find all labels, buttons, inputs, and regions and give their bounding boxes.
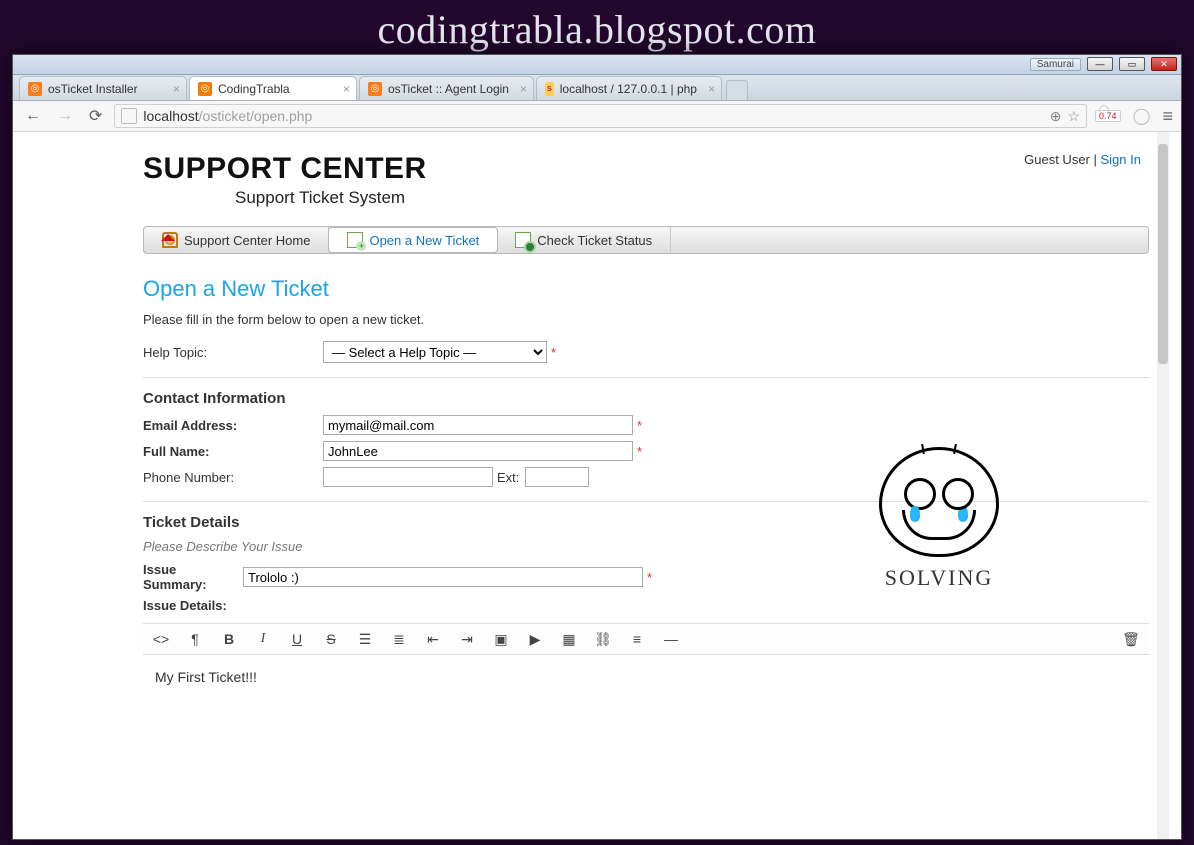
required-marker: * (637, 418, 642, 433)
contact-heading: Contact Information (143, 390, 1149, 407)
required-marker: * (551, 345, 556, 360)
close-icon[interactable]: × (708, 82, 715, 96)
ext-input[interactable] (525, 467, 589, 487)
back-button[interactable]: ← (21, 105, 45, 127)
underline-button[interactable]: U (287, 631, 307, 647)
url-input[interactable]: localhost /osticket/open.php ⊕ (114, 104, 1087, 128)
paragraph-button[interactable]: ¶ (185, 631, 205, 647)
nav-home[interactable]: Support Center Home (144, 227, 329, 253)
tab-codingtrabla[interactable]: CodingTrabla × (189, 76, 357, 100)
logo-main: SUPPORT CENTER (143, 154, 1149, 184)
details-label: Issue Details: (143, 598, 323, 613)
video-button[interactable]: ▶ (525, 631, 545, 648)
bold-button[interactable]: B (219, 631, 239, 647)
page-icon (121, 108, 137, 124)
required-marker: * (647, 570, 652, 585)
close-icon[interactable]: × (520, 82, 527, 96)
link-button[interactable]: ⛓ (593, 631, 613, 648)
email-label: Email Address: (143, 418, 323, 433)
url-host: localhost (143, 108, 198, 124)
blogger-icon (198, 82, 212, 96)
indent-button[interactable]: ⇥ (457, 631, 477, 648)
instructions: Please fill in the form below to open a … (143, 312, 1149, 327)
html-view-button[interactable]: <> (151, 631, 171, 647)
editor-toolbar: <> ¶ B I U S ☰ ≣ ⇤ ⇥ ▣ ▶ ▦ ⛓ ≡ (143, 623, 1149, 655)
zoom-icon[interactable]: ⊕ (1050, 108, 1062, 125)
nav-check-status[interactable]: Check Ticket Status (497, 227, 671, 253)
phpmyadmin-icon (545, 82, 554, 96)
home-icon (162, 232, 178, 248)
required-marker: * (637, 444, 642, 459)
blog-title: codingtrabla.blogspot.com (0, 0, 1194, 55)
editor-body[interactable]: My First Ticket!!! (143, 655, 1149, 805)
bookmark-icon[interactable] (1067, 108, 1080, 125)
strike-button[interactable]: S (321, 631, 341, 647)
meme-label: SOLVING (879, 565, 999, 591)
tab-label: osTicket :: Agent Login (388, 82, 509, 96)
xampp-icon (368, 82, 382, 96)
nav-menu: Support Center Home Open a New Ticket Ch… (143, 226, 1149, 254)
rich-text-editor: <> ¶ B I U S ☰ ≣ ⇤ ⇥ ▣ ▶ ▦ ⛓ ≡ (143, 623, 1149, 805)
reload-button[interactable]: ⟳ (85, 104, 106, 128)
phone-label: Phone Number: (143, 470, 323, 485)
table-button[interactable]: ▦ (559, 631, 579, 648)
outdent-button[interactable]: ⇤ (423, 631, 443, 648)
hr-button[interactable]: — (661, 631, 681, 647)
browser-tabstrip: osTicket Installer × CodingTrabla × osTi… (13, 75, 1181, 101)
status-icon (515, 232, 531, 248)
tab-label: osTicket Installer (48, 82, 138, 96)
page-title: Open a New Ticket (143, 276, 1149, 302)
menu-button[interactable]: ≡ (1162, 106, 1173, 127)
nav-open-ticket[interactable]: Open a New Ticket (328, 227, 498, 253)
tab-agent-login[interactable]: osTicket :: Agent Login × (359, 76, 534, 100)
close-button[interactable]: ✕ (1151, 57, 1177, 71)
tab-label: localhost / 127.0.0.1 | php (560, 82, 697, 96)
ordered-list-button[interactable]: ≣ (389, 631, 409, 648)
new-ticket-icon (347, 232, 363, 248)
logo-sub: Support Ticket System (143, 188, 1149, 208)
fullname-label: Full Name: (143, 444, 323, 459)
sign-in-link[interactable]: Sign In (1101, 152, 1141, 167)
address-bar: ← → ⟳ localhost /osticket/open.php ⊕ 0.7… (13, 101, 1181, 132)
xampp-icon (28, 82, 42, 96)
url-path: /osticket/open.php (199, 108, 313, 124)
new-tab-button[interactable] (726, 80, 748, 100)
meme-overlay: SOLVING (879, 447, 999, 591)
clear-button[interactable]: 🗑 (1121, 631, 1141, 648)
maximize-button[interactable]: ▭ (1119, 57, 1145, 71)
summary-label: Issue Summary: (143, 562, 243, 592)
tab-label: CodingTrabla (218, 82, 290, 96)
email-input[interactable] (323, 415, 633, 435)
page-viewport: Guest User | Sign In SUPPORT CENTER Supp… (13, 132, 1169, 839)
guest-label: Guest User (1024, 152, 1090, 167)
close-icon[interactable]: × (173, 82, 180, 96)
user-bar: Guest User | Sign In (1024, 152, 1141, 167)
image-button[interactable]: ▣ (491, 631, 511, 648)
help-topic-label: Help Topic: (143, 345, 323, 360)
row-help-topic: Help Topic: — Select a Help Topic — * (143, 341, 1149, 363)
app-badge: Samurai (1030, 58, 1081, 71)
ext-label: Ext: (497, 470, 519, 485)
profile-icon[interactable]: ◯ (1129, 104, 1155, 128)
close-icon[interactable]: × (343, 82, 350, 96)
fullname-input[interactable] (323, 441, 633, 461)
tab-osticket-installer[interactable]: osTicket Installer × (19, 76, 187, 100)
nav-label: Support Center Home (184, 233, 310, 248)
summary-input[interactable] (243, 567, 643, 587)
window-titlebar: Samurai — ▭ ✕ (13, 55, 1181, 75)
tab-phpmyadmin[interactable]: localhost / 127.0.0.1 | php × (536, 76, 722, 100)
nav-label: Check Ticket Status (537, 233, 652, 248)
browser-window: Samurai — ▭ ✕ osTicket Installer × Codin… (12, 54, 1182, 840)
minimize-button[interactable]: — (1087, 57, 1113, 71)
help-topic-select[interactable]: — Select a Help Topic — (323, 341, 547, 363)
forward-button[interactable]: → (53, 105, 77, 127)
italic-button[interactable]: I (253, 631, 273, 647)
meme-face-icon (879, 447, 999, 557)
site-logo: SUPPORT CENTER Support Ticket System (143, 138, 1149, 208)
phone-input[interactable] (323, 467, 493, 487)
nav-label: Open a New Ticket (369, 233, 479, 248)
unordered-list-button[interactable]: ☰ (355, 631, 375, 648)
extension-badge[interactable]: 0.74 (1095, 110, 1121, 122)
align-button[interactable]: ≡ (627, 631, 647, 647)
